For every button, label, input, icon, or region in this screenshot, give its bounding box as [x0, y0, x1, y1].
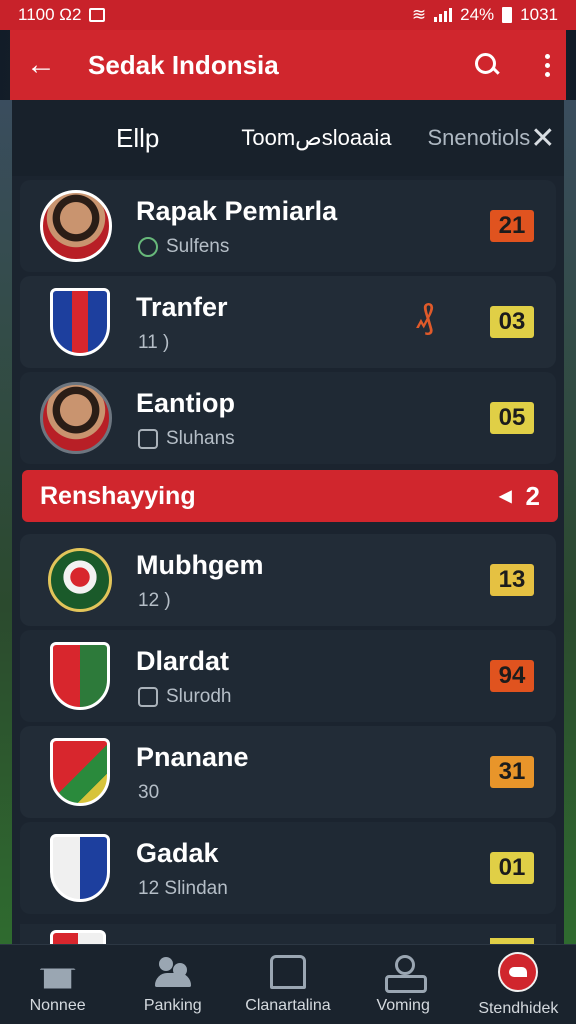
list-item[interactable]: Eantiop Sluhans 05	[20, 372, 556, 464]
search-icon[interactable]	[473, 51, 501, 79]
item-subtitle-text: Slurodh	[166, 686, 232, 707]
people-icon	[154, 955, 191, 989]
nav-brand[interactable]: Stendhidek	[462, 951, 574, 1018]
item-subtitle: 12 )	[138, 590, 171, 611]
list-item[interactable]: Dlardat Slurodh 94	[20, 630, 556, 722]
item-name: Eantiop	[136, 388, 235, 418]
tab-third[interactable]: Snenotiols	[427, 125, 530, 151]
battery-percent: 24%	[460, 5, 495, 24]
score-badge: 13	[490, 564, 534, 596]
score-badge: 03	[490, 306, 534, 338]
item-name: Mubhgem	[136, 550, 264, 580]
score-badge: 94	[490, 660, 534, 692]
nav-voting[interactable]: Voming	[347, 954, 459, 1015]
score-badge: 01	[490, 852, 534, 884]
back-arrow-icon[interactable]: ←	[26, 48, 66, 82]
person-icon	[138, 687, 158, 707]
item-subtitle-text: Sluhans	[166, 428, 235, 449]
item-name: Rapak Pemiarla	[136, 196, 338, 226]
ranking-panel: Ellp Toomصsloaaia Snenotiols ✕ Rapak Pem…	[12, 100, 564, 954]
team-crest-icon	[48, 548, 112, 612]
chevron-left-icon[interactable]: ◀	[499, 486, 511, 506]
item-name: Tranfer	[136, 292, 228, 322]
score-badge: 21	[490, 210, 534, 242]
list-item[interactable]: Gadak 12 Slindan 01	[20, 822, 556, 914]
nav-label: Clanartalina	[245, 996, 331, 1014]
list-item[interactable]: Pnanane 30 31	[20, 726, 556, 818]
score-badge: 05	[490, 402, 534, 434]
item-subtitle: 11 )	[138, 332, 170, 353]
close-icon[interactable]: ✕	[530, 121, 555, 156]
section-count: 2	[525, 480, 540, 511]
wifi-icon: ≋	[411, 5, 427, 24]
section-title: Renshayying	[40, 481, 196, 510]
team-crest-icon	[50, 288, 110, 356]
nav-label: Stendhidek	[478, 999, 559, 1017]
player-avatar	[40, 190, 112, 262]
item-subtitle: Slurodh	[138, 686, 232, 708]
tab-bar: Ellp Toomصsloaaia Snenotiols ✕	[12, 100, 564, 176]
app-bar: ← Sedak Indonsia	[10, 30, 566, 100]
voting-icon	[385, 954, 428, 993]
team-crest-icon	[50, 738, 110, 806]
tab-ellp[interactable]: Ellp	[116, 123, 159, 154]
item-subtitle: 12 Slindan	[138, 878, 228, 899]
nav-standings[interactable]: Clanartalina	[232, 954, 344, 1015]
status-clock: 1031	[520, 5, 558, 24]
battery-icon	[502, 7, 513, 23]
item-subtitle-text: Sulfens	[166, 236, 230, 257]
team-crest-icon	[50, 642, 110, 710]
list-item[interactable]: Tranfer 11 ) ₰ 03	[20, 276, 556, 368]
notification-icon	[89, 8, 106, 22]
list-item[interactable]: Rapak Pemiarla Sulfens 21	[20, 180, 556, 272]
tab-second[interactable]: Toomصsloaaia	[241, 125, 391, 151]
nav-label: Voming	[376, 996, 430, 1014]
more-options-icon[interactable]	[545, 53, 550, 77]
item-name: Gadak	[136, 838, 219, 868]
trend-mark: ₰	[416, 298, 434, 336]
club-badge-icon	[138, 237, 158, 257]
status-time: 1100 Ω2	[18, 5, 82, 24]
person-icon	[138, 429, 158, 449]
status-bar: 1100 Ω2 ≋ 24% 1031	[0, 0, 576, 30]
signal-icon	[434, 8, 453, 22]
nav-ranking[interactable]: Panking	[117, 955, 229, 1015]
player-avatar	[40, 382, 112, 454]
item-subtitle: Sulfens	[138, 236, 229, 258]
bottom-navigation: Nonnee Panking Clanartalina Voming Stend…	[0, 944, 576, 1024]
item-name: Dlardat	[136, 646, 230, 676]
nav-label: Panking	[143, 996, 202, 1014]
nav-label: Nonnee	[29, 996, 86, 1014]
app-title: Sedak Indonsia	[88, 49, 279, 80]
item-subtitle: 30	[138, 782, 160, 803]
score-badge: 31	[490, 756, 534, 788]
team-crest-icon	[50, 834, 110, 902]
item-name: Pnanane	[136, 742, 249, 772]
home-icon	[39, 954, 76, 989]
section-header[interactable]: Renshayying ◀ 2	[22, 470, 558, 522]
chair-icon	[269, 954, 306, 989]
nav-home[interactable]: Nonnee	[2, 954, 114, 1015]
brand-icon	[498, 951, 539, 992]
list-item[interactable]: Mubhgem 12 ) 13	[20, 534, 556, 626]
item-subtitle: Sluhans	[138, 428, 235, 450]
